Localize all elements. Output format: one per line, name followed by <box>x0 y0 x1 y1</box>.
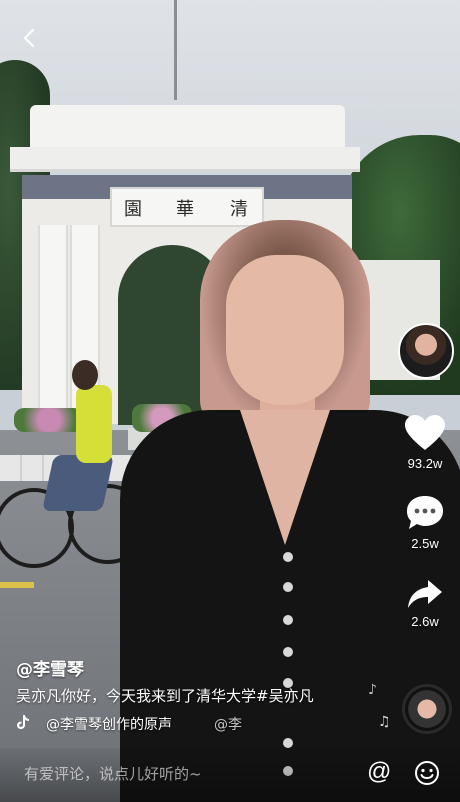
share-button[interactable]: 2.6w <box>400 578 450 629</box>
plaque-char: 園 <box>124 199 142 220</box>
comment-input[interactable] <box>22 764 326 784</box>
share-arrow-icon <box>408 580 442 608</box>
heart-icon <box>405 415 445 450</box>
music-note-icon: ♫ <box>378 714 391 730</box>
plaque-char: 清 <box>230 199 248 220</box>
like-count: 93.2w <box>407 456 443 471</box>
video-screen[interactable]: 清 華 園 93.2w 2.5w 2.6w @李雪琴 吴亦凡你好，今天我来到了清… <box>0 0 460 802</box>
comment-button[interactable]: 2.5w <box>400 494 450 551</box>
mention-button[interactable]: @ <box>367 758 391 786</box>
video-caption: 吴亦凡你好，今天我来到了清华大学#吴亦凡 <box>16 687 314 705</box>
author-avatar[interactable] <box>398 323 454 379</box>
comment-bar: @ <box>0 748 460 802</box>
gate-plaque: 清 華 園 <box>110 187 264 227</box>
cyclist <box>76 385 112 463</box>
video-frame: 清 華 園 <box>0 0 460 802</box>
tiktok-note-icon <box>16 714 30 734</box>
music-note-icon: ♪ <box>368 682 377 698</box>
chevron-left-icon[interactable] <box>20 28 40 48</box>
like-button[interactable]: 93.2w <box>400 414 450 471</box>
music-disc[interactable] <box>402 684 452 734</box>
comment-count: 2.5w <box>411 536 439 551</box>
smiley-icon[interactable] <box>414 760 440 790</box>
person-face <box>226 255 344 405</box>
speech-bubble-icon <box>407 496 443 529</box>
plaque-char: 華 <box>176 199 194 220</box>
music-info[interactable]: @李雪琴创作的原声 @李 <box>16 712 246 734</box>
share-count: 2.6w <box>411 614 439 629</box>
music-title: @李雪琴创作的原声 <box>46 717 172 733</box>
music-title-scroll: @李 <box>214 717 242 733</box>
flag-pole <box>174 0 177 100</box>
author-handle[interactable]: @李雪琴 <box>16 655 84 680</box>
